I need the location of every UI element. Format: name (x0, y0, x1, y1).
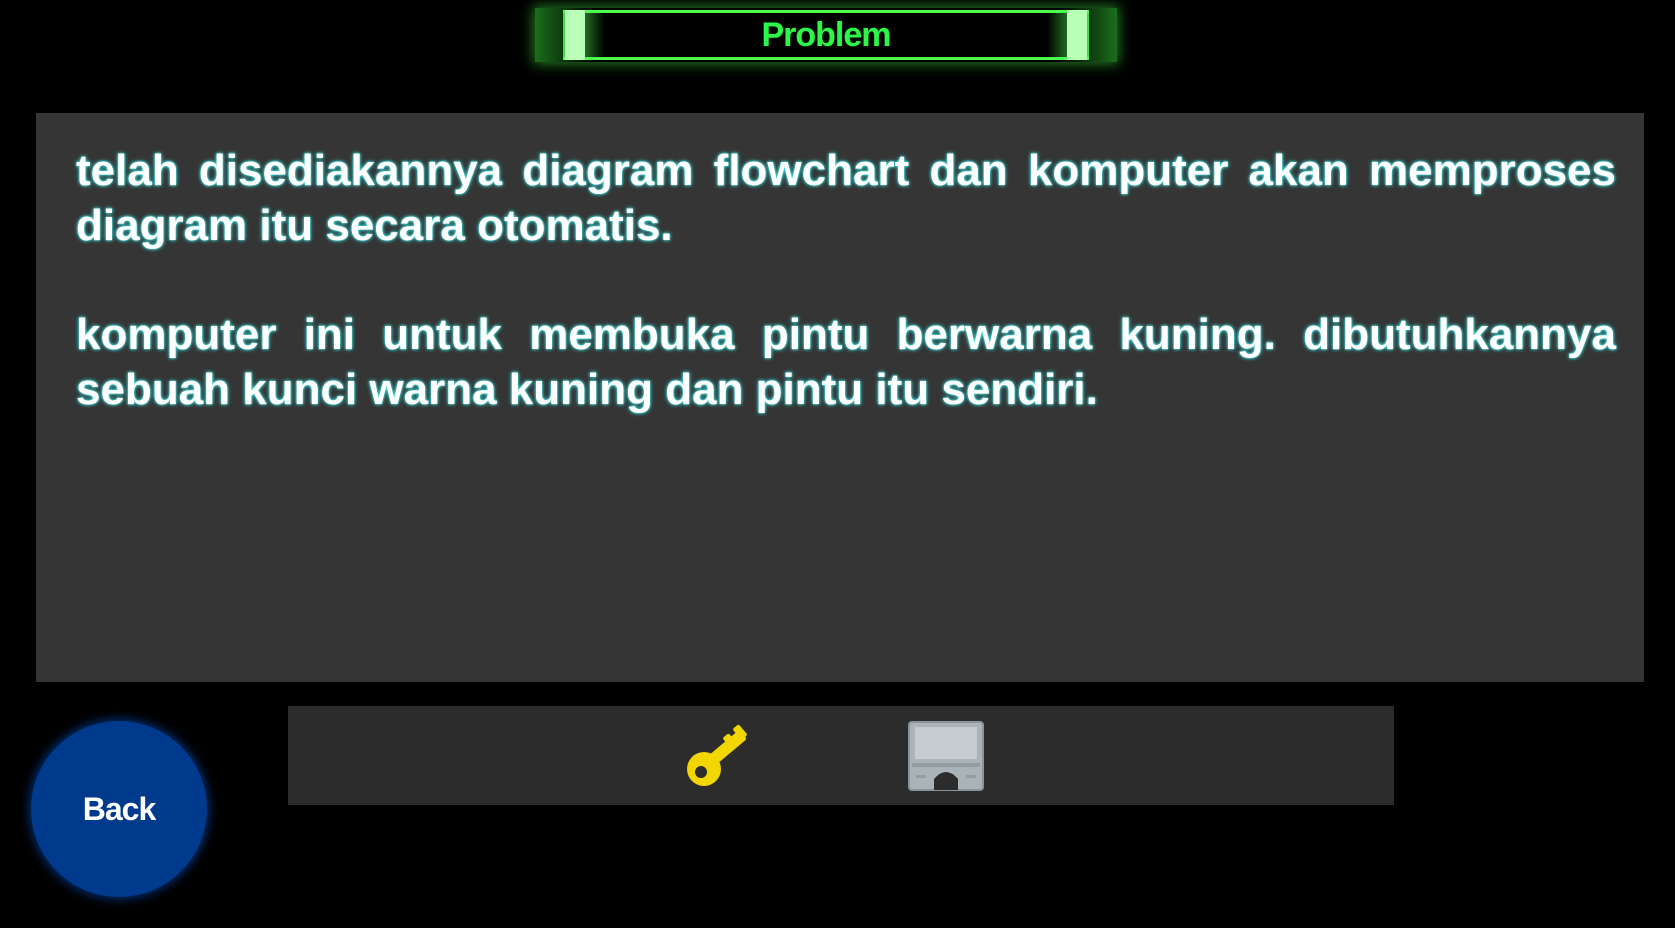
key-icon (687, 724, 747, 786)
problem-paragraph-2: komputer ini untuk membuka pintu berwarn… (76, 310, 1616, 414)
problem-paragraph-1: telah disediakannya diagram flowchart da… (76, 146, 1616, 250)
title-banner: Problem (535, 8, 1117, 62)
problem-text-panel: telah disediakannya diagram flowchart da… (36, 113, 1644, 682)
inventory-item-door[interactable] (908, 720, 984, 792)
inventory-bar (288, 706, 1394, 805)
door-icon (908, 721, 984, 791)
page-title: Problem (761, 15, 891, 54)
back-button[interactable]: Back (31, 721, 207, 897)
inventory-item-key[interactable] (680, 720, 756, 792)
